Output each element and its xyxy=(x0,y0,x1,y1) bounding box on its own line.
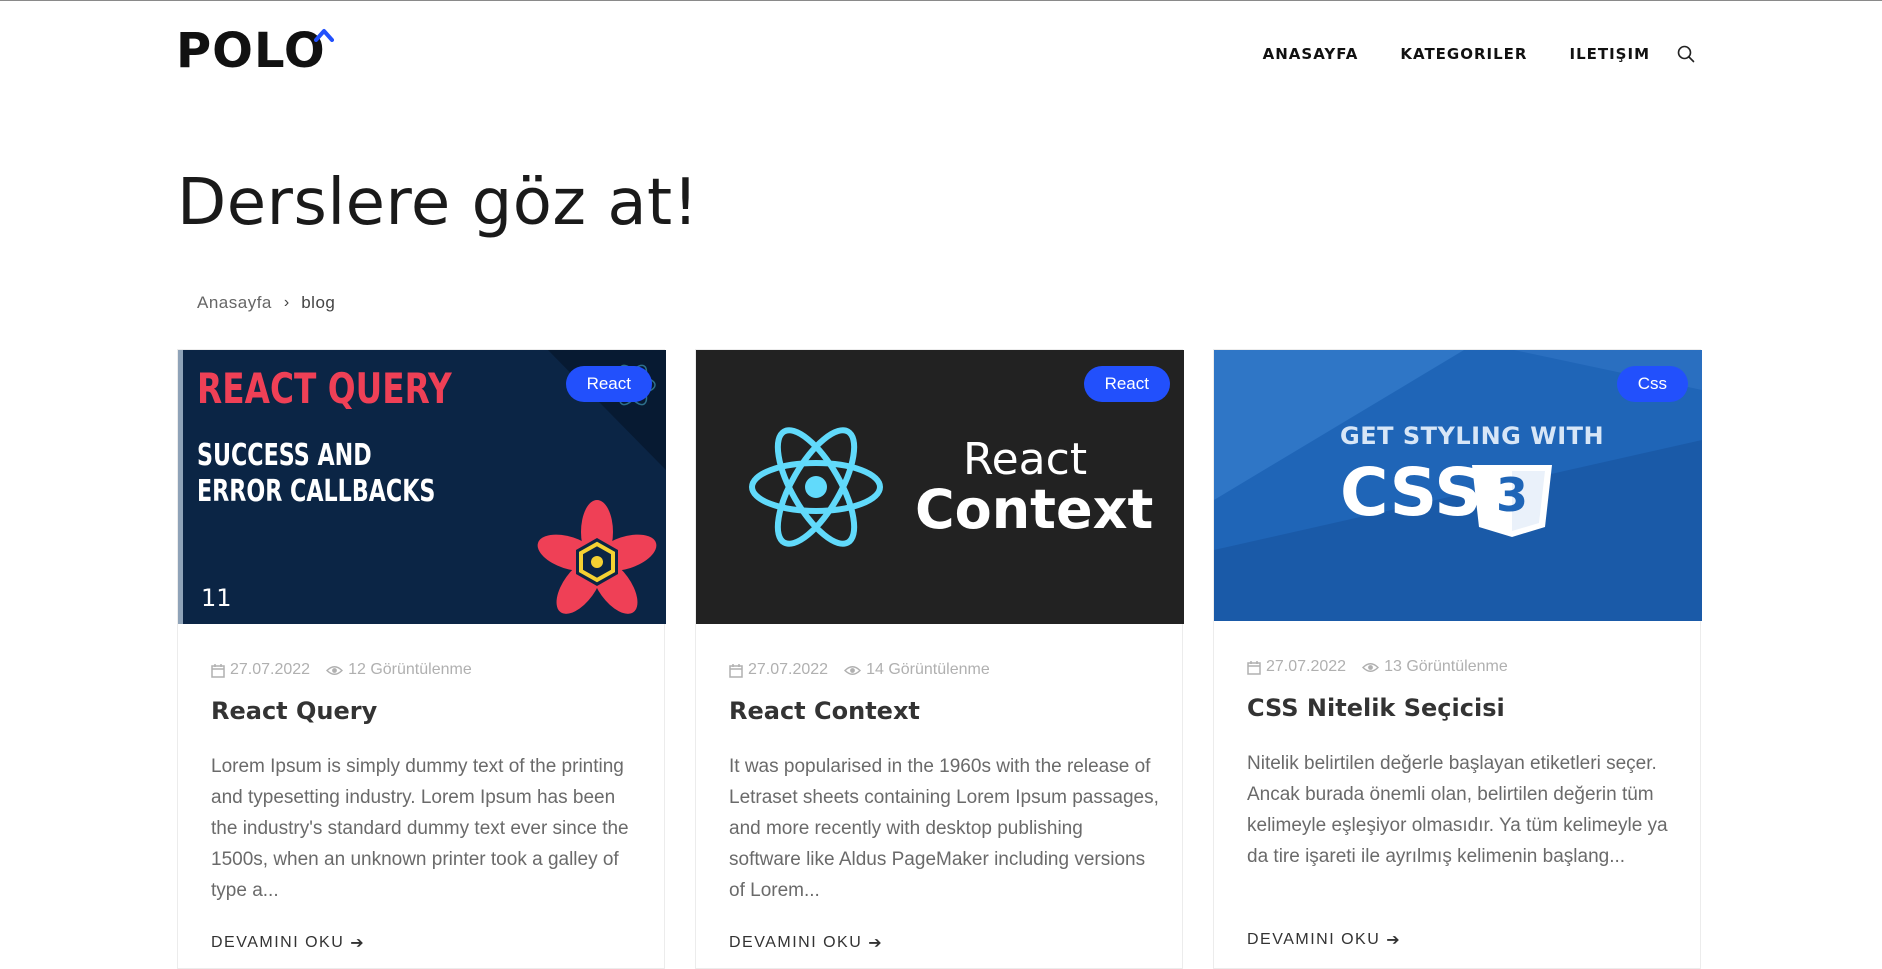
thumbnail-subtitle: Context xyxy=(915,478,1154,541)
read-more-label: DEVAMINI OKU xyxy=(211,934,345,951)
thumbnail-title: REACT QUERY xyxy=(197,364,452,413)
calendar-icon xyxy=(1247,660,1261,675)
read-more-link[interactable]: DEVAMINI OKU ➔ xyxy=(729,933,883,953)
nav-item-anasayfa[interactable]: ANASAYFA xyxy=(1263,45,1359,63)
eye-icon xyxy=(844,665,862,676)
thumbnail-number: 11 xyxy=(201,584,232,612)
post-date: 27.07.2022 xyxy=(1266,658,1347,675)
read-more-link[interactable]: DEVAMINI OKU ➔ xyxy=(211,933,365,953)
site-logo[interactable]: POLO xyxy=(176,23,334,79)
post-views: 12 Görüntülenme xyxy=(348,661,472,678)
post-views: 13 Görüntülenme xyxy=(1384,658,1508,675)
eye-icon xyxy=(326,665,344,676)
calendar-icon xyxy=(211,663,225,678)
nav-item-iletisim[interactable]: ILETIŞIM xyxy=(1569,45,1650,63)
chevron-right-icon: › xyxy=(283,294,290,311)
post-views: 14 Görüntülenme xyxy=(866,661,990,678)
arrow-right-icon: ➔ xyxy=(350,935,366,952)
logo-text: POLO xyxy=(176,23,326,79)
post-excerpt: Nitelik belirtilen değerle başlayan etik… xyxy=(1247,753,1668,867)
breadcrumb-current: blog xyxy=(301,293,336,312)
post-meta: 27.07.2022 12 Görüntülenme xyxy=(211,661,472,679)
arrow-right-icon: ➔ xyxy=(868,935,884,952)
category-badge[interactable]: React xyxy=(1083,366,1170,402)
post-excerpt: Lorem Ipsum is simply dummy text of the … xyxy=(211,756,629,901)
thumbnail-title: GET STYLING WITH xyxy=(1340,422,1605,450)
calendar-icon xyxy=(729,663,743,678)
arrow-right-icon: ➔ xyxy=(1386,932,1402,949)
post-date: 27.07.2022 xyxy=(748,661,829,678)
breadcrumb: Anasayfa › blog xyxy=(197,293,335,313)
blog-card: React Context React 27.07.2022 14 Görünt… xyxy=(695,349,1184,969)
read-more-label: DEVAMINI OKU xyxy=(729,934,863,951)
thumbnail-subtitle: CSS xyxy=(1340,454,1482,531)
css3-shield-icon: 3 xyxy=(1495,468,1528,522)
category-badge[interactable]: Css xyxy=(1616,366,1688,402)
main-nav: ANASAYFA KATEGORILER ILETIŞIM xyxy=(1221,44,1696,64)
blog-card: GET STYLING WITH CSS 3 Css 27.07.2022 13… xyxy=(1213,349,1702,969)
eye-icon xyxy=(1362,662,1380,673)
card-image[interactable]: React Context React xyxy=(696,350,1184,624)
blog-card: REACT QUERY SUCCESS AND ERROR CALLBACKS … xyxy=(177,349,666,969)
logo-accent-icon xyxy=(314,29,334,42)
post-meta: 27.07.2022 13 Görüntülenme xyxy=(1247,658,1508,676)
post-title[interactable]: CSS Nitelik Seçicisi xyxy=(1247,694,1505,722)
post-date: 27.07.2022 xyxy=(230,661,311,678)
card-image[interactable]: GET STYLING WITH CSS 3 Css xyxy=(1214,350,1702,621)
post-excerpt: It was popularised in the 1960s with the… xyxy=(729,756,1159,901)
post-title[interactable]: React Context xyxy=(729,697,920,725)
page-title: Derslere göz at! xyxy=(177,166,699,240)
thumbnail-subtitle-1: SUCCESS AND xyxy=(197,438,372,473)
category-badge[interactable]: React xyxy=(565,366,652,402)
read-more-label: DEVAMINI OKU xyxy=(1247,931,1381,948)
card-image[interactable]: REACT QUERY SUCCESS AND ERROR CALLBACKS … xyxy=(178,350,666,624)
site-header: POLO ANASAYFA KATEGORILER ILETIŞIM xyxy=(0,0,1882,112)
post-title[interactable]: React Query xyxy=(211,697,377,725)
search-icon[interactable] xyxy=(1676,44,1696,64)
post-meta: 27.07.2022 14 Görüntülenme xyxy=(729,661,990,679)
breadcrumb-home-link[interactable]: Anasayfa xyxy=(197,293,272,313)
thumbnail-subtitle-2: ERROR CALLBACKS xyxy=(197,474,436,509)
read-more-link[interactable]: DEVAMINI OKU ➔ xyxy=(1247,930,1401,950)
nav-item-kategoriler[interactable]: KATEGORILER xyxy=(1400,45,1527,63)
